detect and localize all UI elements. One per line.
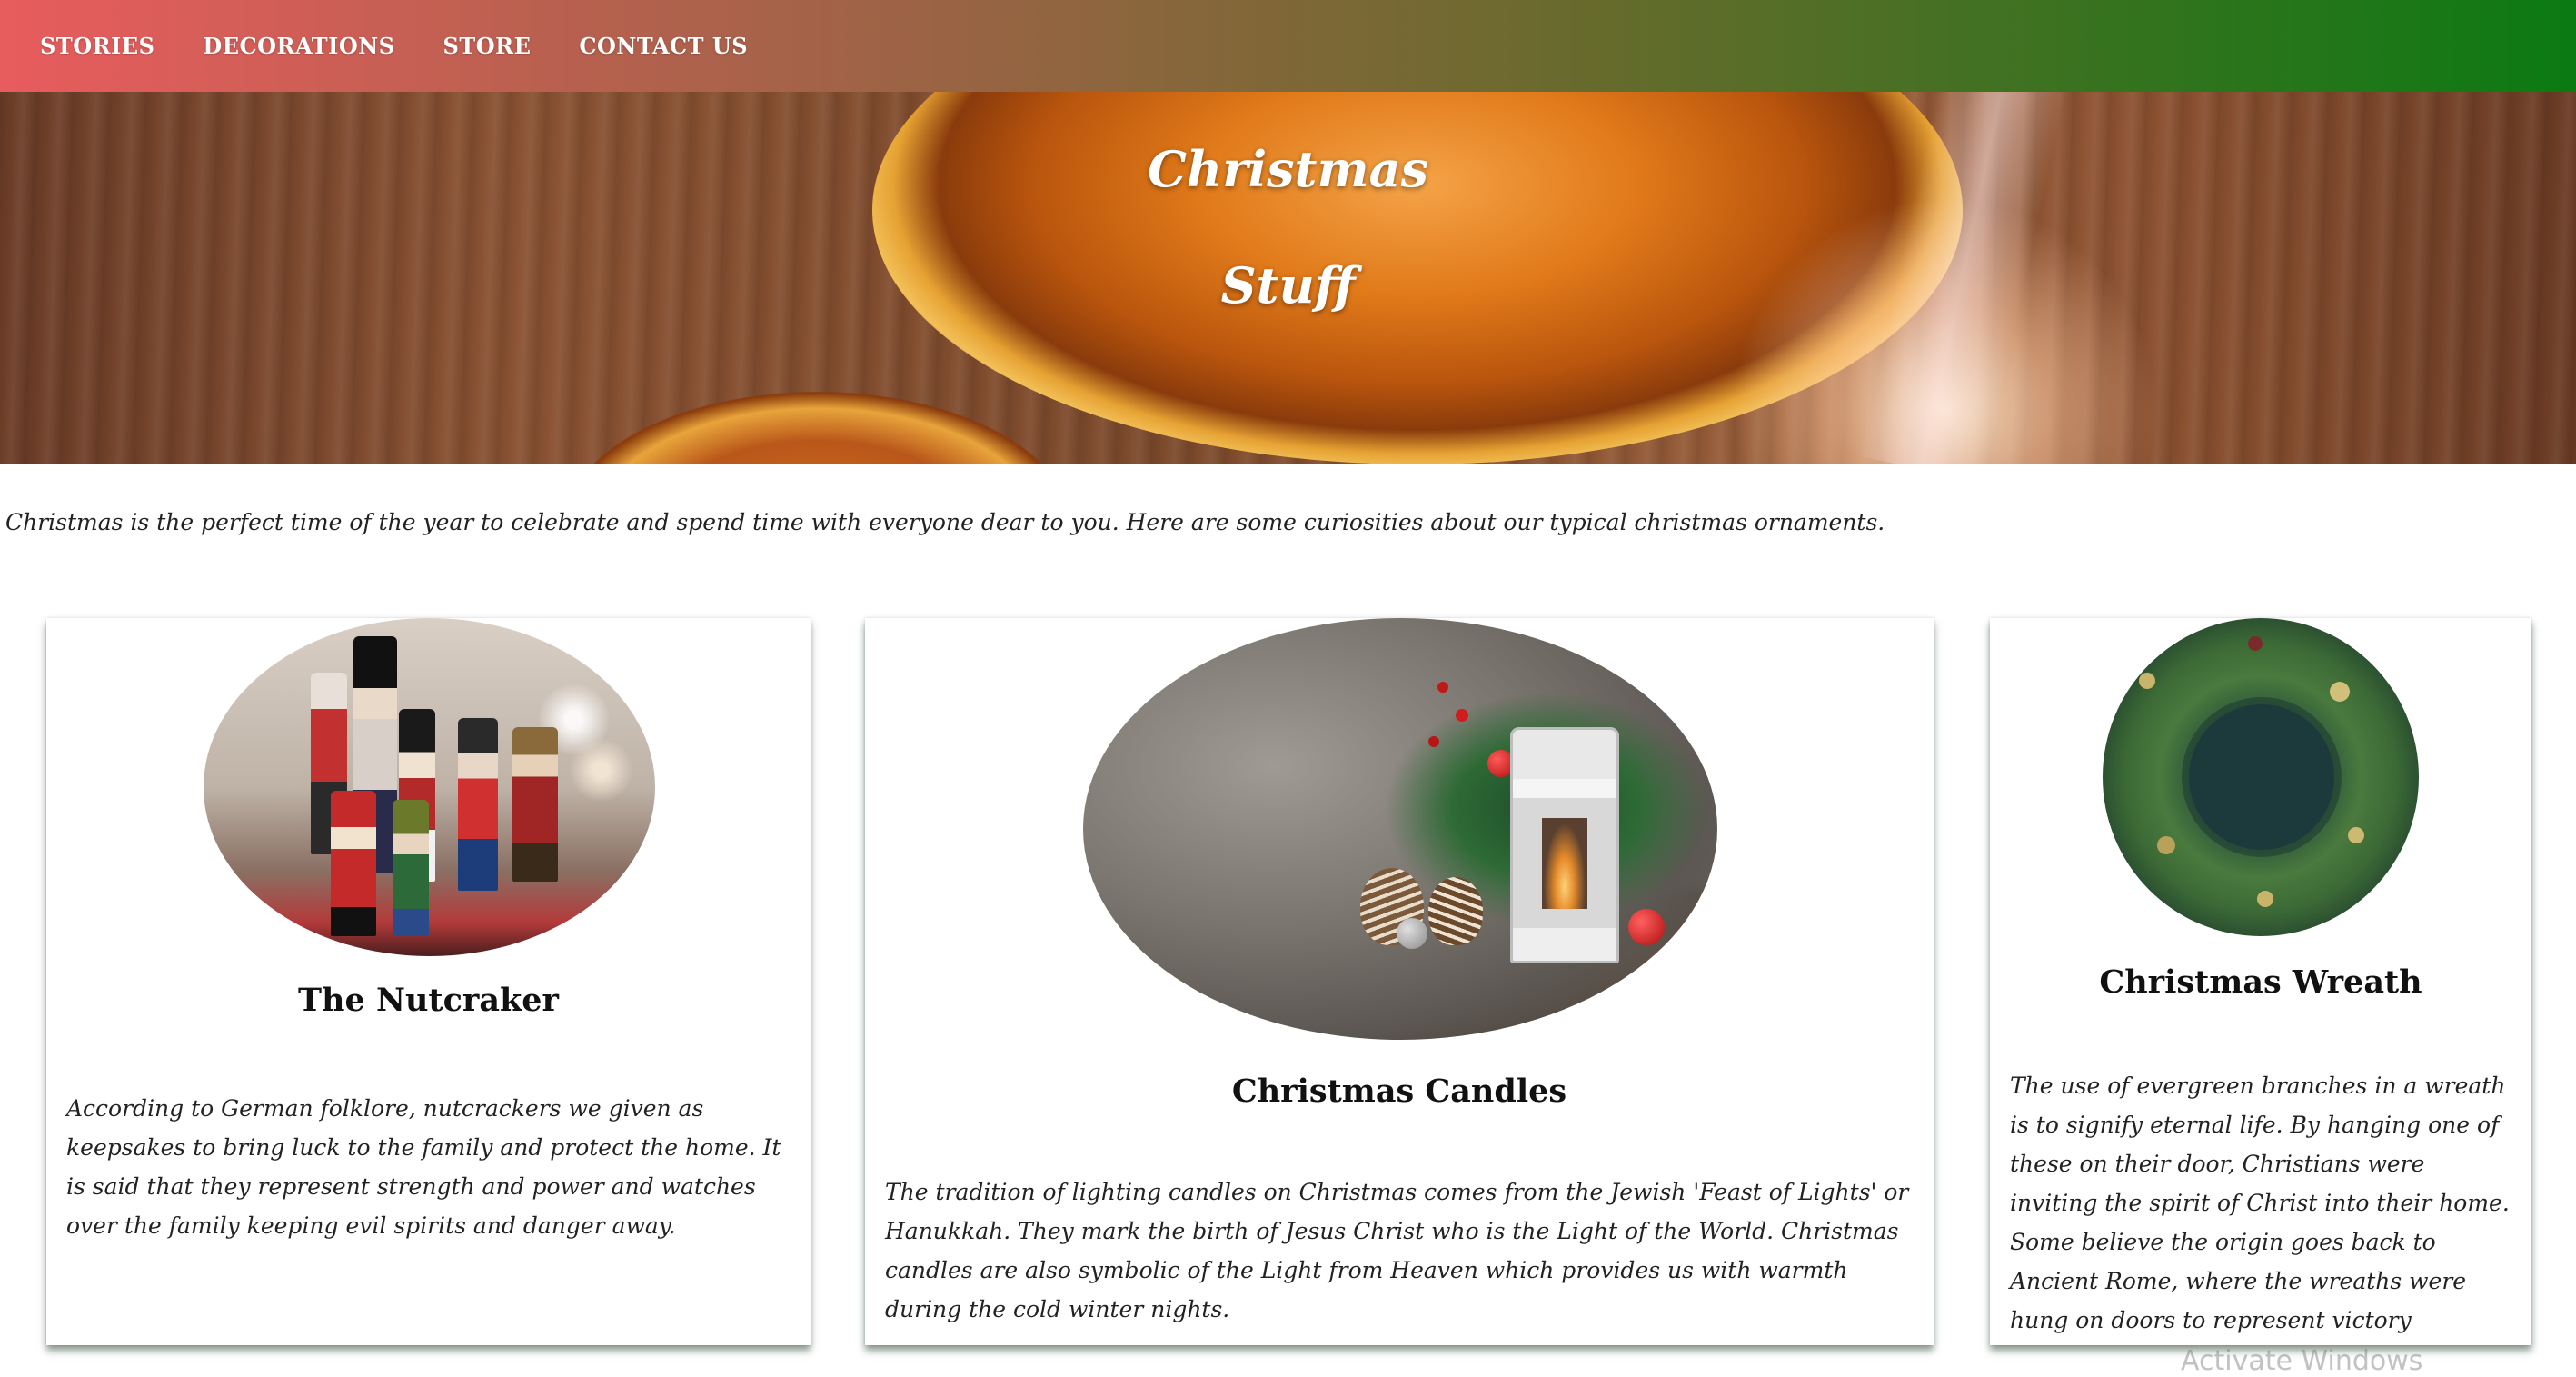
card-text-candles: The tradition of lighting candles on Chr…: [885, 1179, 1909, 1322]
nav-contact-link[interactable]: CONTACT US: [579, 33, 748, 59]
card-text-nutcracker: According to German folklore, nutcracker…: [66, 1095, 781, 1239]
hero-title-line1: Christmas: [1147, 140, 1429, 198]
card-text-wreath: The use of evergreen branches in a wreat…: [2010, 1073, 2510, 1333]
hero-title-line2: Stuff: [1220, 256, 1356, 314]
christmas-wreath-image: [2103, 618, 2419, 936]
activate-windows-watermark: Activate Windows: [2181, 1345, 2423, 1377]
card-wreath: Christmas Wreath The use of evergreen br…: [1990, 618, 2531, 1345]
nav-store-link[interactable]: STORE: [443, 33, 532, 59]
card-candles: Christmas Candles The tradition of light…: [865, 618, 1934, 1345]
hero-banner: Christmas Stuff: [0, 92, 2576, 464]
nav-stories-link[interactable]: STORIES: [40, 33, 154, 59]
intro-text: Christmas is the perfect time of the yea…: [5, 509, 1885, 535]
card-title-wreath: Christmas Wreath: [2099, 963, 2422, 1001]
nav-decorations-link[interactable]: DECORATIONS: [203, 33, 394, 59]
top-nav: STORIES DECORATIONS STORE CONTACT US: [0, 0, 2576, 92]
card-title-candles: Christmas Candles: [1231, 1073, 1567, 1110]
christmas-candle-image: [1083, 618, 1717, 1040]
dried-orange-image: [563, 392, 1072, 464]
nutcracker-image: [204, 618, 655, 956]
card-title-nutcracker: The Nutcraker: [298, 982, 559, 1019]
card-nutcracker: The Nutcraker According to German folklo…: [46, 618, 811, 1345]
